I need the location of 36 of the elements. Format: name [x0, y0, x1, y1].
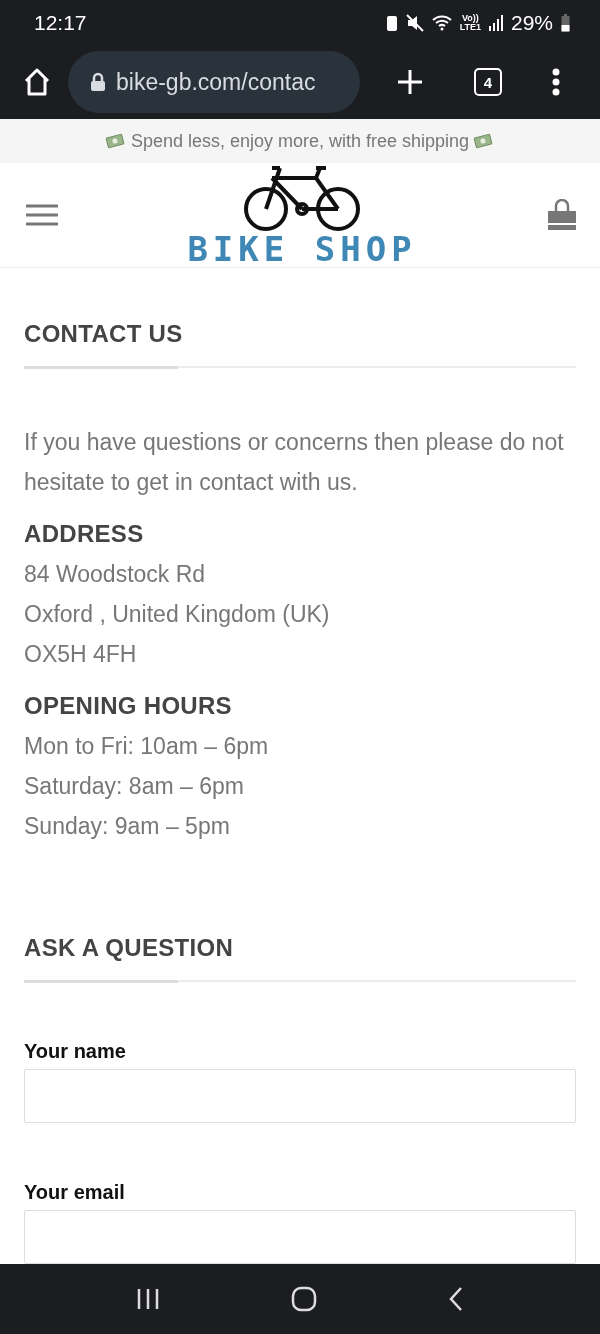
- more-icon[interactable]: [552, 68, 560, 97]
- network-label: Vo)) LTE1: [459, 13, 481, 32]
- info-line: Mon to Fri: 10am – 6pm: [24, 731, 270, 761]
- info-line: OX5H 4FH: [24, 639, 138, 669]
- intro-paragraph: If you have questions or concerns then please do not hesitate to get in contact with us.: [24, 427, 565, 497]
- section-title: CONTACT US: [24, 319, 184, 348]
- input-field[interactable]: [24, 1209, 576, 1264]
- info-line: Sunday: 9am – 5pm: [24, 811, 231, 841]
- info-line: Saturday: 8am – 6pm: [24, 771, 245, 801]
- shipping-banner-text: Spend less, enjoy more, with free shipping: [130, 130, 470, 152]
- home-icon[interactable]: [22, 67, 52, 98]
- bicycle-icon: [244, 163, 360, 232]
- menu-icon[interactable]: [26, 203, 58, 226]
- mute-icon: [405, 13, 424, 32]
- info-line: 84 Woodstock Rd: [24, 559, 207, 589]
- status-time: 12:17: [34, 10, 88, 35]
- info-title: OPENING HOURS: [24, 691, 233, 720]
- field-label: Your name: [24, 1039, 127, 1063]
- recent-apps-icon[interactable]: [135, 1287, 160, 1310]
- tab-count-button[interactable]: 4: [474, 68, 502, 97]
- lock-icon: [90, 72, 106, 93]
- shopping-bag-icon[interactable]: [546, 198, 578, 231]
- battery-percent: 29%: [510, 10, 553, 35]
- wifi-icon: [431, 14, 452, 31]
- signal-icon: [488, 14, 503, 31]
- input-field[interactable]: [24, 1068, 576, 1123]
- logo-text[interactable]: BIKE SHOP: [187, 231, 417, 266]
- field-label: Your email: [24, 1180, 126, 1204]
- info-title: ADDRESS: [24, 519, 145, 548]
- url-field[interactable]: bike-gb.com/contac: [68, 51, 360, 114]
- plus-icon[interactable]: [396, 68, 424, 97]
- info-line: Oxford , United Kingdom (UK): [24, 599, 331, 629]
- home-button-icon[interactable]: [291, 1285, 317, 1312]
- battery-icon: [561, 13, 570, 32]
- section-title: ASK A QUESTION: [24, 933, 235, 962]
- back-icon[interactable]: [448, 1285, 465, 1312]
